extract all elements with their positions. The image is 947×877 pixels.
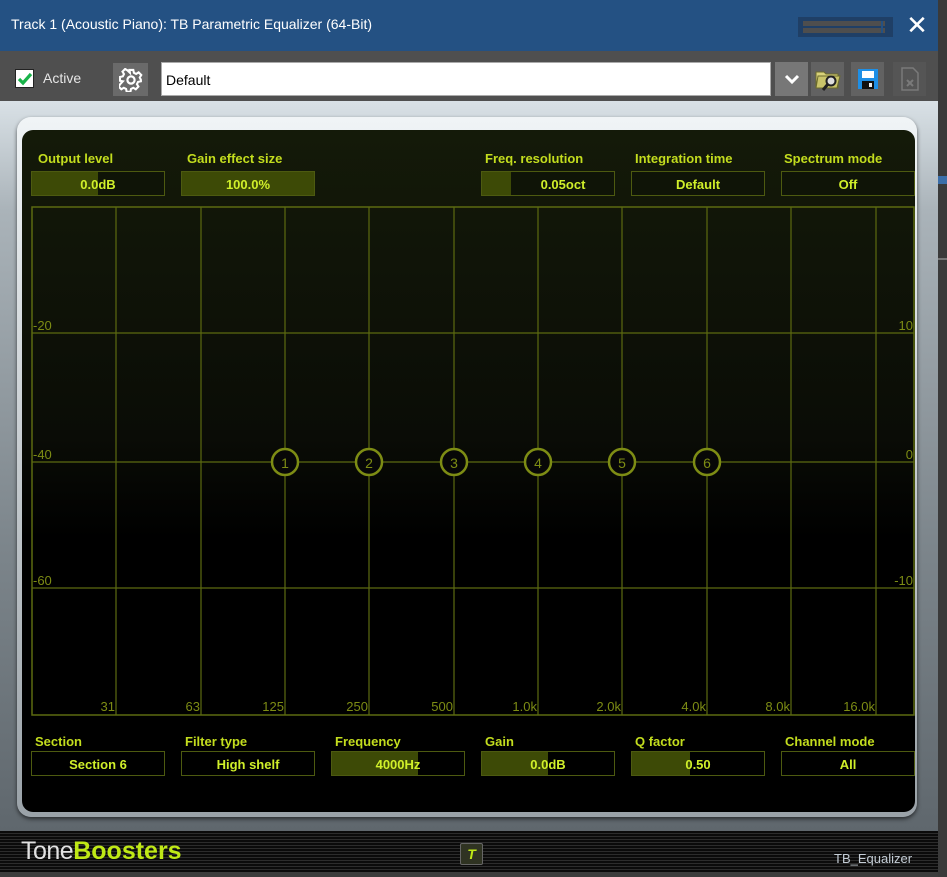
section-label: Section xyxy=(35,734,82,749)
product-name: TB_Equalizer xyxy=(834,851,913,866)
logo-tone: Tone xyxy=(21,837,74,865)
q-factor-value: 0.50 xyxy=(685,757,711,772)
gain-control[interactable]: 0.0dB xyxy=(481,751,615,776)
frequency-label: Frequency xyxy=(335,734,401,749)
channel-mode-label: Channel mode xyxy=(785,734,875,749)
q-factor-control[interactable]: 0.50 xyxy=(631,751,765,776)
eq-band-node-2[interactable]: 2 xyxy=(354,447,384,477)
eq-band-node-4[interactable]: 4 xyxy=(523,447,553,477)
band-node-number: 2 xyxy=(365,455,373,471)
graph-border xyxy=(31,206,915,716)
freq-axis-label: 16.0k xyxy=(843,699,875,714)
band-node-number: 4 xyxy=(534,455,542,471)
right-axis-label: 0 xyxy=(906,447,913,462)
freq-axis-label: 8.0k xyxy=(765,699,790,714)
freq-axis-label: 31 xyxy=(101,699,115,714)
right-axis-label: 10 xyxy=(899,318,913,333)
frequency-control[interactable]: 4000Hz xyxy=(331,751,465,776)
channel-mode-value: All xyxy=(839,757,857,772)
left-axis-label: -40 xyxy=(33,447,52,462)
band-node-number: 6 xyxy=(703,455,711,471)
channel-mode-control[interactable]: All xyxy=(781,751,915,776)
band-node-number: 5 xyxy=(618,455,626,471)
freq-axis-label: 500 xyxy=(431,699,453,714)
eq-band-node-6[interactable]: 6 xyxy=(692,447,722,477)
freq-axis-label: 1.0k xyxy=(512,699,537,714)
background-window xyxy=(938,0,947,877)
plugin-window: Track 1 (Acoustic Piano): TB Parametric … xyxy=(0,0,938,877)
section-control[interactable]: Section 6 xyxy=(31,751,165,776)
eq-band-node-1[interactable]: 1 xyxy=(270,447,300,477)
toneboosters-logo: ToneBoosters xyxy=(21,837,182,866)
q-factor-label: Q factor xyxy=(635,734,685,749)
band-node-number: 3 xyxy=(450,455,458,471)
freq-axis-label: 250 xyxy=(346,699,368,714)
filter-type-control[interactable]: High shelf xyxy=(181,751,315,776)
logo-boosters: Boosters xyxy=(73,837,182,865)
band-node-number: 1 xyxy=(281,455,289,471)
freq-axis-label: 4.0k xyxy=(681,699,706,714)
freq-axis-label: 125 xyxy=(262,699,284,714)
freq-axis-label: 2.0k xyxy=(596,699,621,714)
toneboosters-menu-button[interactable]: T xyxy=(460,843,483,865)
graph-grid xyxy=(31,206,915,716)
gain-label: Gain xyxy=(485,734,514,749)
left-axis-label: -20 xyxy=(33,318,52,333)
frequency-value: 4000Hz xyxy=(375,757,421,772)
left-axis-label: -60 xyxy=(33,573,52,588)
background-window-accent xyxy=(938,176,947,184)
filter-type-value: High shelf xyxy=(216,757,280,772)
eq-band-node-5[interactable]: 5 xyxy=(607,447,637,477)
graph-axis-labels: 31 63 125 250 500 1.0k 2.0k 4.0k 8.0k 16.0k-20-40… xyxy=(33,318,913,714)
eq-band-node-3[interactable]: 3 xyxy=(439,447,469,477)
right-axis-label: -10 xyxy=(894,573,913,588)
section-value: Section 6 xyxy=(69,757,127,772)
filter-type-label: Filter type xyxy=(185,734,248,749)
background-window-line xyxy=(938,258,947,260)
gain-value: 0.0dB xyxy=(530,757,566,772)
footer-bottom-edge xyxy=(0,872,938,877)
freq-axis-label: 63 xyxy=(186,699,200,714)
